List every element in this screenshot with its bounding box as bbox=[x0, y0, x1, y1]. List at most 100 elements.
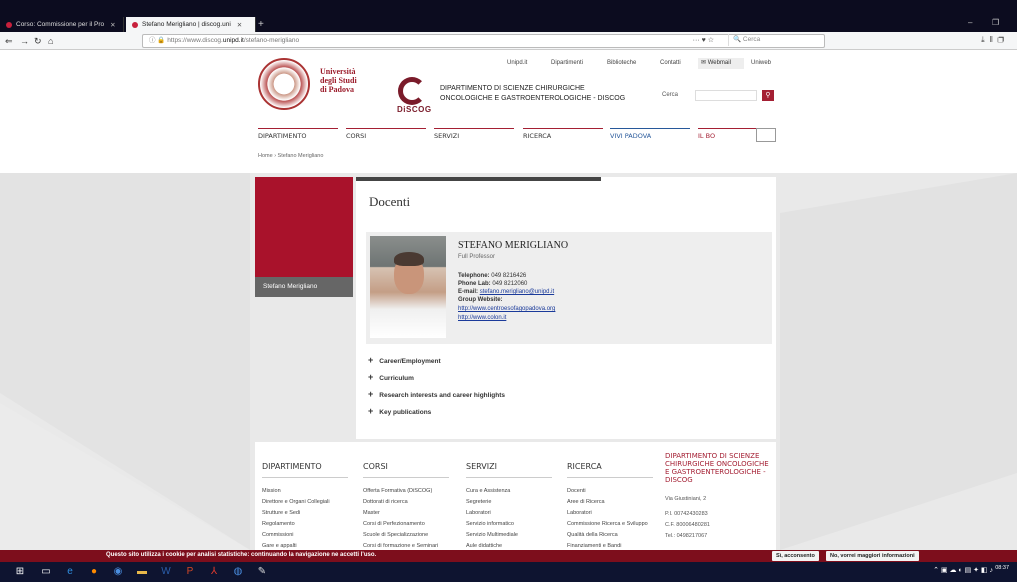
search-label: Cerca bbox=[662, 92, 679, 98]
breadcrumb[interactable]: Home › Stefano Merigliano bbox=[258, 153, 323, 159]
footer-col-dipartimento: Dipartimento Mission Direttore e Organi … bbox=[262, 462, 348, 550]
footer-link[interactable]: Scuole di Specializzazione bbox=[363, 530, 449, 541]
profile-email: E-mail: stefano.merigliano@unipd.it bbox=[458, 289, 555, 295]
site-header: Università degli Studi di Padova DiSCOG … bbox=[0, 50, 1017, 173]
web-page: Università degli Studi di Padova DiSCOG … bbox=[0, 50, 1017, 550]
home-icon[interactable]: ⌂ bbox=[48, 35, 53, 47]
nav-vivi-padova[interactable]: Vivi Padova bbox=[610, 128, 690, 146]
webmail-link[interactable]: ✉ Webmail bbox=[698, 58, 744, 69]
back-icon[interactable]: ⇐ bbox=[5, 35, 13, 47]
footer-link[interactable]: Laboratori bbox=[466, 508, 552, 519]
topnav-biblioteche[interactable]: Biblioteche bbox=[607, 60, 636, 66]
accordion-publications[interactable]: + Key publications bbox=[368, 406, 431, 416]
footer-link[interactable]: Laboratori bbox=[567, 508, 653, 519]
footer-link[interactable]: Direttore e Organi Collegiali bbox=[262, 497, 348, 508]
chrome-icon[interactable]: ◉ bbox=[112, 566, 124, 578]
unipd-seal-logo[interactable] bbox=[258, 58, 310, 110]
mail-icon: ✉ bbox=[701, 60, 707, 66]
footer-link[interactable]: Regolamento bbox=[262, 519, 348, 530]
cookie-text: Questo sito utilizza i cookie per analis… bbox=[106, 552, 377, 558]
new-tab-icon[interactable]: + bbox=[258, 17, 264, 32]
close-tab-icon[interactable]: ✕ bbox=[110, 21, 115, 29]
paint-icon[interactable]: ✎ bbox=[256, 566, 268, 578]
footer-link[interactable]: Offerta Formativa (DiSCOG) bbox=[363, 486, 449, 497]
university-name[interactable]: Università degli Studi di Padova bbox=[320, 67, 357, 94]
footer-link[interactable]: Mission bbox=[262, 486, 348, 497]
file-explorer-icon[interactable]: ▬ bbox=[136, 566, 148, 578]
reload-icon[interactable]: ↻ bbox=[34, 35, 42, 47]
search-button[interactable]: ⚲ bbox=[762, 90, 774, 101]
cookie-bar: Questo sito utilizza i cookie per analis… bbox=[0, 550, 1017, 562]
footer-link[interactable]: Servizio informatico bbox=[466, 519, 552, 530]
taskbar-clock[interactable]: 08:37 bbox=[995, 565, 1009, 572]
minimize-icon[interactable]: – bbox=[968, 18, 972, 27]
footer-link[interactable]: Aree di Ricerca bbox=[567, 497, 653, 508]
email-link[interactable]: stefano.merigliano@unipd.it bbox=[480, 289, 554, 295]
system-tray-icons[interactable]: ⌃ ▣ ☁ ◐ ▤ ✦ ◧ ♪ bbox=[933, 566, 993, 574]
profile-telephone: Telephone: 049 8216426 bbox=[458, 273, 527, 279]
restore-icon[interactable]: ❐ bbox=[992, 18, 999, 27]
profile-card: STEFANO MERIGLIANO Full Professor Teleph… bbox=[366, 232, 772, 344]
discog-logo[interactable]: DiSCOG bbox=[392, 75, 432, 115]
browser-tabbar: Corso: Commissione per il Pro ✕ Stefano … bbox=[0, 0, 1017, 32]
group-website-link-2[interactable]: http://www.colon.it bbox=[458, 315, 506, 321]
close-tab-icon[interactable]: ✕ bbox=[237, 21, 242, 29]
footer-link[interactable]: Qualità della Ricerca bbox=[567, 530, 653, 541]
footer-link[interactable]: Finanziamenti e Bandi bbox=[567, 541, 653, 550]
footer-address: Dipartimento di Scienze Chirurgiche Onco… bbox=[665, 452, 773, 542]
topnav-dipartimenti[interactable]: Dipartimenti bbox=[551, 60, 583, 66]
footer-link[interactable]: Dottorati di ricerca bbox=[363, 497, 449, 508]
footer-link[interactable]: Cura e Assistenza bbox=[466, 486, 552, 497]
nav-dipartimento[interactable]: Dipartimento bbox=[258, 128, 338, 146]
task-view-icon[interactable]: ▭ bbox=[40, 566, 52, 578]
footer-link[interactable]: Gare e appalti bbox=[262, 541, 348, 550]
sidebar-item-stefano-merigliano[interactable]: Stefano Merigliano bbox=[255, 277, 353, 297]
footer-link[interactable]: Commissione Ricerca e Sviluppo bbox=[567, 519, 653, 530]
book-icon[interactable] bbox=[756, 128, 776, 142]
tab-stefano-merigliano[interactable]: Stefano Merigliano | discog.uni ✕ bbox=[126, 17, 256, 32]
firefox-icon[interactable]: ● bbox=[88, 566, 100, 578]
footer-link[interactable]: Servizio Multimediale bbox=[466, 530, 552, 541]
accordion-curriculum[interactable]: + Curriculum bbox=[368, 372, 414, 382]
footer-link[interactable]: Segreterie bbox=[466, 497, 552, 508]
browser-navbar: ⇐ → ↻ ⌂ ⓘ 🔒 https://www.discog.unipd.it/… bbox=[0, 32, 1017, 50]
accordion-research[interactable]: + Research interests and career highlight… bbox=[368, 389, 505, 399]
footer-link[interactable]: Aule didattiche bbox=[466, 541, 552, 550]
footer-link[interactable]: Strutture e Sedi bbox=[262, 508, 348, 519]
footer-tel: Tel.: 0498217067 bbox=[665, 533, 708, 539]
cookie-accept-button[interactable]: Sì, acconsento bbox=[772, 551, 819, 561]
app-icon[interactable]: ◍ bbox=[232, 566, 244, 578]
department-name[interactable]: Dipartimento di Scienze Chirurgiche Onco… bbox=[440, 84, 625, 104]
tab-corso[interactable]: Corso: Commissione per il Pro ✕ bbox=[0, 17, 124, 32]
url-bar[interactable]: ⓘ 🔒 https://www.discog.unipd.it/stefano-… bbox=[142, 34, 825, 48]
browser-search-input[interactable]: 🔍 Cerca bbox=[728, 34, 896, 46]
footer-link[interactable]: Docenti bbox=[567, 486, 653, 497]
acrobat-icon[interactable]: ⅄ bbox=[208, 566, 220, 578]
windows-taskbar: ⊞ ▭ e ● ◉ ▬ W P ⅄ ◍ ✎ ⌃ ▣ ☁ ◐ ▤ ✦ ◧ ♪ 08… bbox=[0, 562, 1017, 582]
forward-icon[interactable]: → bbox=[20, 35, 29, 47]
accordion-career[interactable]: + Career/Employment bbox=[368, 355, 441, 365]
edge-icon[interactable]: e bbox=[64, 566, 76, 578]
footer-col-ricerca: Ricerca Docenti Aree di Ricerca Laborato… bbox=[567, 462, 653, 550]
topnav-uniweb[interactable]: Uniweb bbox=[751, 60, 771, 66]
topnav-unipd[interactable]: Unipd.it bbox=[507, 60, 527, 66]
site-search-input[interactable] bbox=[695, 90, 757, 101]
footer-link[interactable]: Corsi di formazione e Seminari bbox=[363, 541, 449, 550]
footer-link[interactable]: Corsi di Perfezionamento bbox=[363, 519, 449, 530]
footer-street: Via Giustiniani, 2 bbox=[665, 496, 707, 502]
page-actions-icon[interactable]: ··· ♥ ☆ bbox=[693, 35, 714, 47]
powerpoint-icon[interactable]: P bbox=[184, 566, 196, 578]
search-icon: ⚲ bbox=[765, 92, 771, 99]
toolbar-icons[interactable]: ⤓‖❐ bbox=[981, 35, 1009, 45]
info-icon[interactable]: ⓘ 🔒 bbox=[149, 37, 167, 44]
footer-link[interactable]: Master bbox=[363, 508, 449, 519]
nav-corsi[interactable]: Corsi bbox=[346, 128, 426, 146]
topnav-contatti[interactable]: Contatti bbox=[660, 60, 681, 66]
cookie-more-info-button[interactable]: No, vorrei maggiori informazioni bbox=[826, 551, 919, 561]
nav-servizi[interactable]: Servizi bbox=[434, 128, 514, 146]
group-website-link-1[interactable]: http://www.centroesofagopadova.org bbox=[458, 306, 555, 312]
word-icon[interactable]: W bbox=[160, 566, 172, 578]
footer-link[interactable]: Commissioni bbox=[262, 530, 348, 541]
nav-ricerca[interactable]: Ricerca bbox=[523, 128, 603, 146]
windows-start-icon[interactable]: ⊞ bbox=[14, 566, 26, 578]
